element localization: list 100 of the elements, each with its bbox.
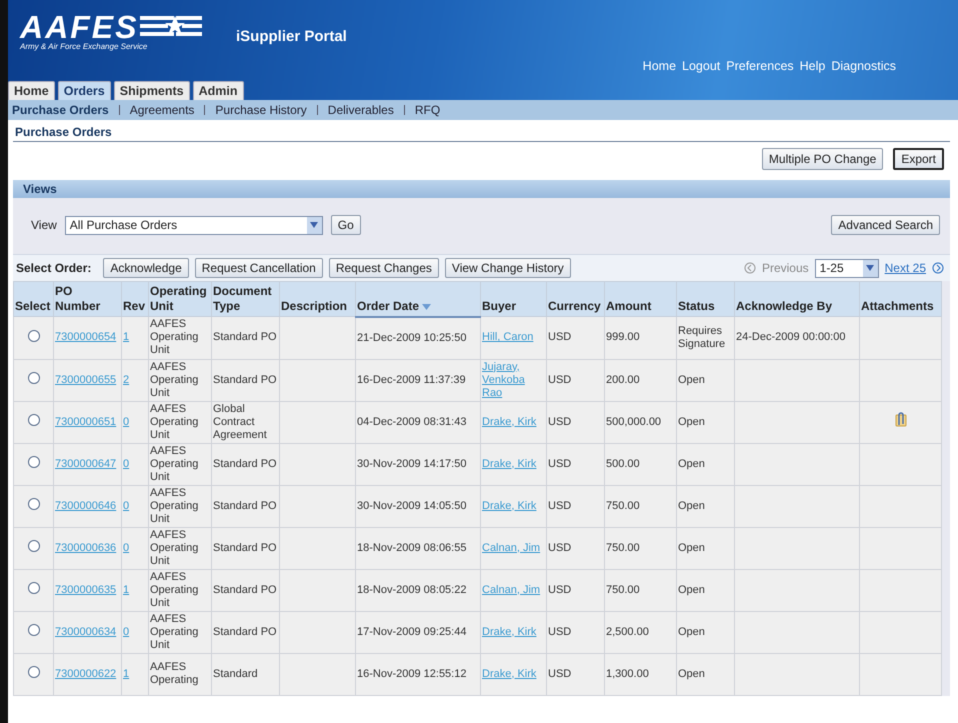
column-header[interactable]: Operating Unit [148,282,212,316]
table-cell: AAFES Operating Unit [150,318,198,356]
page-button[interactable]: Export [893,148,944,170]
table-cell: AAFES Operating Unit [150,570,198,608]
revision-link[interactable]: 1 [123,668,130,680]
table-cell: 04-Dec-2009 08:31:43 [357,416,466,428]
radio-button[interactable] [28,498,40,510]
radio-button[interactable] [28,540,40,552]
subtab[interactable]: Purchase History [215,103,307,117]
column-header[interactable]: Document Type [212,282,280,316]
dropdown-arrow-icon [866,265,874,271]
go-button[interactable]: Go [330,215,361,235]
next-link[interactable]: Next 25 [884,261,926,275]
column-header[interactable]: Rev [122,282,148,316]
logo-text: AAFES [20,12,138,42]
views-header: Views [13,180,950,198]
table-cell: USD [548,668,572,680]
table-cell: Standard PO [213,626,277,638]
table-cell: AAFES Operating Unit [150,444,198,482]
column-header[interactable]: Description [280,282,356,316]
table-cell: Open [678,500,705,512]
action-button[interactable]: Request Changes [328,258,439,278]
tab[interactable]: Home [8,81,55,100]
table-cell: Open [678,416,705,428]
table-cell: 500,000.00 [606,416,662,428]
table-cell: Open [678,458,705,470]
range-dropdown[interactable]: 1-25 [814,258,879,278]
revision-link[interactable]: 1 [123,584,130,596]
table-cell: AAFES Operating Unit [150,402,198,440]
table-cell: 17-Nov-2009 09:25:44 [357,626,466,638]
advanced-search-button[interactable]: Advanced Search [831,215,940,235]
revision-link[interactable]: 0 [123,458,130,470]
revision-link[interactable]: 0 [123,542,130,554]
global-link[interactable]: Home [642,59,676,73]
table-cell: 18-Nov-2009 08:05:22 [357,584,466,596]
global-link[interactable]: Preferences [726,59,794,73]
column-header[interactable]: Status [676,282,734,316]
dropdown-arrow-icon [310,222,318,228]
page-title: Purchase Orders [13,120,950,142]
table-cell: AAFES Operating [150,661,198,686]
revision-link[interactable]: 0 [123,626,130,638]
view-label: View [31,218,57,232]
column-header[interactable]: PO Number [54,282,122,316]
buyer-link[interactable]: Jujaray, Venkoba Rao [482,360,545,400]
subtab[interactable]: RFQ [414,103,440,117]
table-cell: USD [548,584,572,596]
table-cell: Standard [213,668,258,680]
table-cell: USD [548,331,572,344]
table-cell: Standard PO [213,331,277,344]
radio-button[interactable] [28,456,40,468]
portal-title: iSupplier Portal [236,28,347,45]
global-link[interactable]: Diagnostics [831,59,896,73]
logo-subtitle: Army & Air Force Exchange Service [20,42,148,51]
table-cell: Open [678,374,705,386]
subtab[interactable]: Deliverables [328,103,394,117]
table-cell: Open [678,668,705,680]
view-dropdown[interactable]: All Purchase Orders [64,216,323,234]
radio-button[interactable] [28,414,40,426]
table-cell: 30-Nov-2009 14:17:50 [357,458,466,470]
table-cell: Open [678,584,705,596]
subtab[interactable]: Purchase Orders [12,103,109,117]
subtab[interactable]: Agreements [130,103,194,117]
tab[interactable]: Orders [58,81,111,100]
column-header[interactable]: Buyer [480,282,546,316]
revision-link[interactable]: 0 [123,500,130,512]
table-cell: Requires Signature [678,324,726,350]
table-cell: AAFES Operating Unit [150,528,198,566]
column-header[interactable]: Amount [604,282,676,316]
tab[interactable]: Admin [192,81,244,100]
column-header[interactable]: Select [14,282,54,316]
tab[interactable]: Shipments [114,81,190,100]
radio-button[interactable] [28,666,40,678]
global-link[interactable]: Help [800,59,826,73]
previous-icon [744,262,756,274]
column-header[interactable]: Currency [546,282,604,316]
action-button[interactable]: View Change History [444,258,571,278]
table-cell: 2,500.00 [606,626,649,638]
revision-link[interactable]: 1 [123,331,130,344]
column-header[interactable]: Order Date [356,282,480,316]
column-header[interactable]: Acknowledge By [734,282,860,316]
radio-button[interactable] [28,582,40,594]
column-header[interactable]: Attachments [860,282,942,316]
action-button[interactable]: Request Cancellation [194,258,323,278]
table-cell: Standard PO [213,542,277,554]
table-cell: Standard PO [213,584,277,596]
radio-button[interactable] [28,624,40,636]
table-cell: 24-Dec-2009 00:00:00 [736,331,846,344]
radio-button[interactable] [28,330,40,342]
table-cell: AAFES Operating Unit [150,360,198,398]
next-icon [932,262,944,274]
table-cell: 16-Nov-2009 12:55:12 [357,668,466,680]
table-cell: 500.00 [606,458,640,470]
action-button[interactable]: Acknowledge [103,258,189,278]
revision-link[interactable]: 0 [123,416,130,428]
paperclip-icon[interactable] [894,412,906,428]
revision-link[interactable]: 2 [123,374,130,386]
radio-button[interactable] [28,372,40,384]
page-button[interactable]: Multiple PO Change [762,148,884,170]
global-link[interactable]: Logout [682,59,720,73]
table-cell: Standard PO [213,374,277,386]
